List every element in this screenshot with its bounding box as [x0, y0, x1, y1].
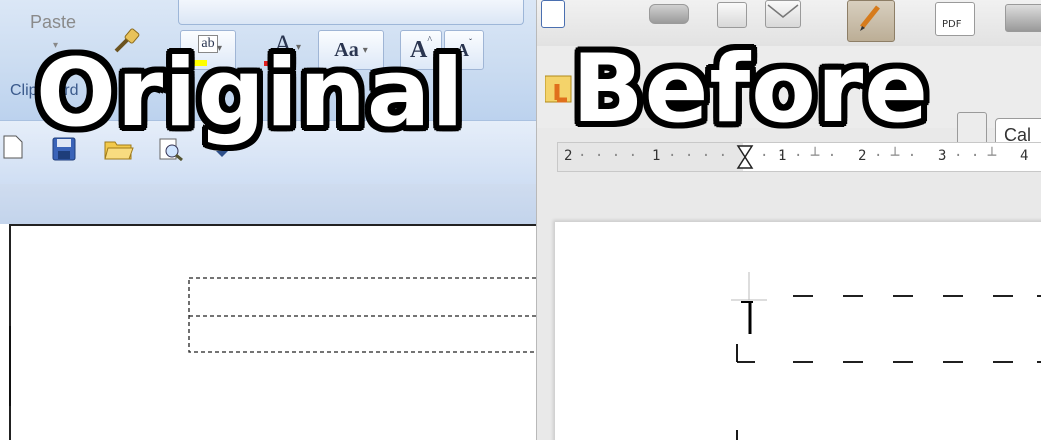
- email-icon[interactable]: [765, 0, 801, 28]
- save-icon[interactable]: [717, 2, 747, 28]
- ruler-ticks: · ┴ ·: [874, 148, 917, 164]
- ruler-number: 3: [938, 148, 947, 164]
- document-icon[interactable]: [541, 0, 565, 28]
- ruler-number: 1: [778, 148, 787, 164]
- ribbon-bottom-band: [0, 184, 536, 224]
- pdf-label: PDF: [942, 19, 962, 30]
- edit-mode-icon[interactable]: [649, 4, 689, 24]
- ruler-number: 2: [858, 148, 867, 164]
- ruler-number: 2: [564, 148, 573, 164]
- ruler-ticks: · · · ·: [578, 148, 638, 164]
- paste-label[interactable]: Paste: [30, 12, 76, 33]
- left-margin-line: [9, 326, 11, 406]
- document-canvas[interactable]: [9, 224, 536, 440]
- horizontal-ruler[interactable]: 2 · · · · 1 · · · · · · 1 · ┴ · 2 · ┴ · …: [557, 142, 1041, 172]
- caret-down-icon: ˇ: [469, 37, 472, 47]
- overlay-title-original: Original: [36, 39, 465, 148]
- print-icon[interactable]: [1005, 4, 1041, 32]
- ruler-ticks: · · ┴: [954, 148, 997, 164]
- dashed-table-boundaries: [731, 272, 1041, 440]
- overlay-title-before: Before: [572, 35, 929, 144]
- dashed-table: [188, 277, 536, 353]
- ruler-number: 1: [652, 148, 661, 164]
- font-group-top-row: [178, 0, 524, 25]
- indent-marker-icon[interactable]: [736, 145, 754, 173]
- new-document-icon[interactable]: [2, 135, 24, 159]
- ruler-number: 4: [1020, 148, 1029, 164]
- document-page[interactable]: [555, 222, 1041, 440]
- ruler-ticks: · ┴ ·: [794, 148, 837, 164]
- ruler-ticks: · · · ·: [668, 148, 728, 164]
- export-pdf-icon[interactable]: PDF: [935, 2, 975, 36]
